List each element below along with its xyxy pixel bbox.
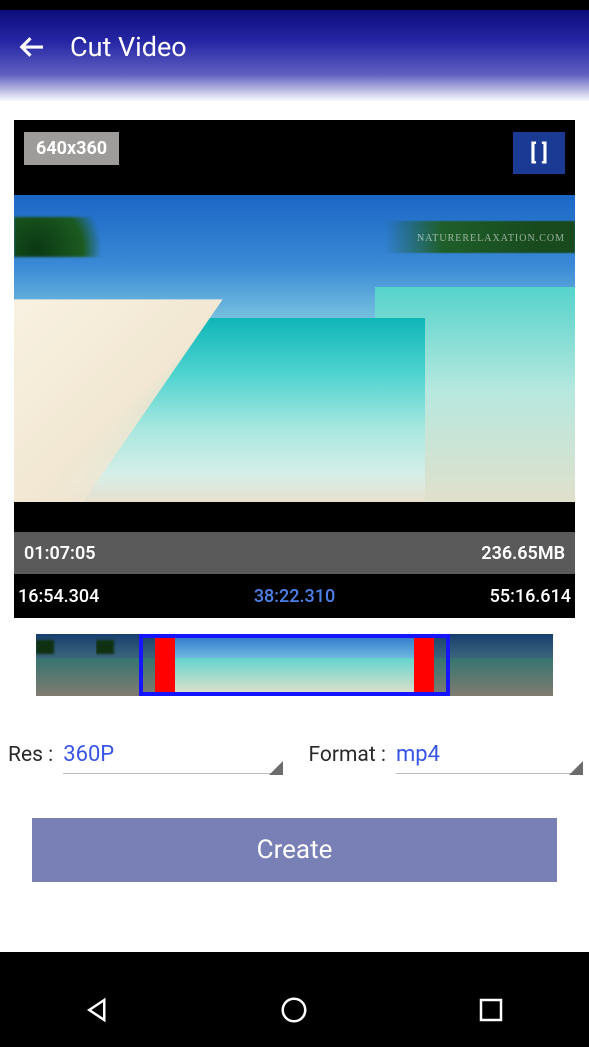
resolution-dropdown[interactable]: Res : 360P <box>8 742 281 774</box>
square-recent-icon <box>476 995 506 1025</box>
nav-recent-button[interactable] <box>431 990 551 1030</box>
video-duration: 01:07:05 <box>24 543 96 564</box>
resolution-label: Res : <box>8 743 53 767</box>
timeline-thumb <box>96 634 156 696</box>
video-preview-area: 640x360 [ ] NATURERELAXATION.COM 01:07:0… <box>14 120 575 618</box>
timeline-thumb <box>36 634 96 696</box>
bottom-divider <box>0 952 589 972</box>
video-frame[interactable]: NATURERELAXATION.COM <box>14 195 575 502</box>
triangle-back-icon <box>83 995 113 1025</box>
video-filesize: 236.65MB <box>481 543 565 564</box>
back-button[interactable] <box>18 32 48 62</box>
resolution-value: 360P <box>63 742 114 767</box>
status-bar <box>0 0 589 10</box>
app-bar: Cut Video <box>0 10 589 102</box>
watermark-text: NATURERELAXATION.COM <box>417 233 565 244</box>
resolution-badge: 640x360 <box>24 132 119 165</box>
page-title: Cut Video <box>70 31 187 63</box>
arrow-left-icon <box>18 32 48 62</box>
dropdown-caret-icon <box>569 761 583 775</box>
timecode-start: 16:54.304 <box>18 586 99 607</box>
timecode-playhead: 38:22.310 <box>254 586 335 607</box>
trim-handle-right[interactable] <box>414 634 434 696</box>
trim-handle-left[interactable] <box>155 634 175 696</box>
timeline-thumb <box>295 634 355 696</box>
timeline-thumb <box>175 634 235 696</box>
android-nav-bar <box>0 972 589 1047</box>
timeline-thumb <box>354 634 414 696</box>
timeline-thumb <box>235 634 295 696</box>
dropdown-caret-icon <box>269 761 283 775</box>
crop-button[interactable]: [ ] <box>513 132 565 174</box>
timeline-thumb <box>434 634 494 696</box>
circle-home-icon <box>279 995 309 1025</box>
nav-home-button[interactable] <box>234 990 354 1030</box>
video-info-bar: 01:07:05 236.65MB <box>14 532 575 574</box>
trim-timeline[interactable] <box>36 634 553 696</box>
create-button[interactable]: Create <box>32 818 557 882</box>
format-dropdown[interactable]: Format : mp4 <box>309 742 582 774</box>
timeline-thumb <box>493 634 553 696</box>
timecode-row: 16:54.304 38:22.310 55:16.614 <box>14 574 575 618</box>
nav-back-button[interactable] <box>38 990 158 1030</box>
format-label: Format : <box>309 743 387 767</box>
format-value: mp4 <box>396 742 440 767</box>
timecode-end: 55:16.614 <box>490 586 571 607</box>
